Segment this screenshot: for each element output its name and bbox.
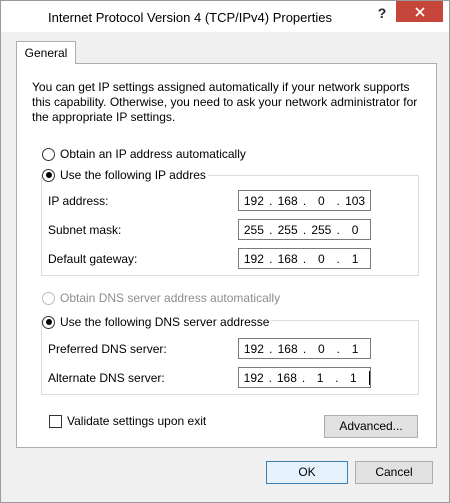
cancel-button[interactable]: Cancel [355, 461, 433, 484]
default-gateway-label: Default gateway: [48, 252, 138, 266]
title-bar: Internet Protocol Version 4 (TCP/IPv4) P… [1, 1, 449, 32]
octet: 1 [351, 251, 359, 266]
advanced-button[interactable]: Advanced... [324, 415, 418, 438]
ip-manual-radio[interactable] [42, 168, 55, 182]
dns-manual-radio[interactable] [42, 315, 55, 329]
subnet-mask-label: Subnet mask: [48, 223, 122, 237]
ip-address-input[interactable]: 192. 168. 0. 103 [238, 190, 371, 211]
dns-auto-label: Obtain DNS server address automatically [60, 291, 281, 305]
text-caret [369, 370, 371, 385]
dns-manual-option[interactable]: Use the following DNS server addresse [42, 314, 272, 330]
octet: 255 [311, 222, 332, 237]
octet: 0 [318, 193, 325, 208]
help-icon[interactable]: ? [374, 4, 390, 22]
octet: 192 [243, 370, 264, 385]
ip-auto-label: Obtain an IP address automatically [60, 147, 246, 161]
ip-address-label: IP address: [48, 194, 109, 208]
general-panel: You can get IP settings assigned automat… [16, 63, 437, 448]
dialog-title: Internet Protocol Version 4 (TCP/IPv4) P… [48, 10, 332, 25]
ok-button[interactable]: OK [266, 461, 348, 484]
ip-manual-label: Use the following IP addres [60, 168, 206, 182]
dns-auto-option[interactable]: Obtain DNS server address automatically [42, 290, 283, 306]
close-icon [414, 6, 425, 17]
default-gateway-input[interactable]: 192. 168. 0. 1 [238, 248, 371, 269]
ip-auto-radio[interactable] [42, 147, 55, 161]
octet: 192 [243, 251, 264, 266]
octet: 1 [350, 370, 357, 385]
validate-checkbox[interactable] [49, 415, 62, 428]
ip-auto-option[interactable]: Obtain an IP address automatically [42, 146, 248, 162]
alternate-dns-label: Alternate DNS server: [48, 371, 165, 385]
octet: 192 [243, 193, 264, 208]
octet: 255 [243, 222, 264, 237]
octet: 1 [316, 370, 324, 385]
dns-auto-radio[interactable] [42, 291, 55, 305]
octet: 168 [277, 341, 298, 356]
close-button[interactable] [396, 1, 443, 22]
octet: 255 [277, 222, 298, 237]
octet: 0 [318, 251, 325, 266]
octet: 0 [351, 222, 359, 237]
dialog-window: Internet Protocol Version 4 (TCP/IPv4) P… [0, 0, 450, 503]
octet: 168 [276, 370, 297, 385]
octet: 0 [318, 341, 325, 356]
octet: 1 [351, 341, 359, 356]
octet: 168 [277, 193, 298, 208]
validate-label: Validate settings upon exit [67, 414, 207, 428]
octet: 168 [277, 251, 298, 266]
octet: 103 [345, 193, 366, 208]
tab-general[interactable]: General [16, 41, 76, 64]
preferred-dns-input[interactable]: 192. 168. 0. 1 [238, 338, 371, 359]
octet: 192 [243, 341, 264, 356]
dns-manual-label: Use the following DNS server addresse [60, 315, 270, 329]
description-text: You can get IP settings assigned automat… [32, 80, 418, 124]
ip-manual-option[interactable]: Use the following IP addres [42, 167, 208, 183]
alternate-dns-input[interactable]: 192. 168. 1. 1 [238, 367, 371, 388]
preferred-dns-label: Preferred DNS server: [48, 342, 167, 356]
subnet-mask-input[interactable]: 255. 255. 255. 0 [238, 219, 371, 240]
